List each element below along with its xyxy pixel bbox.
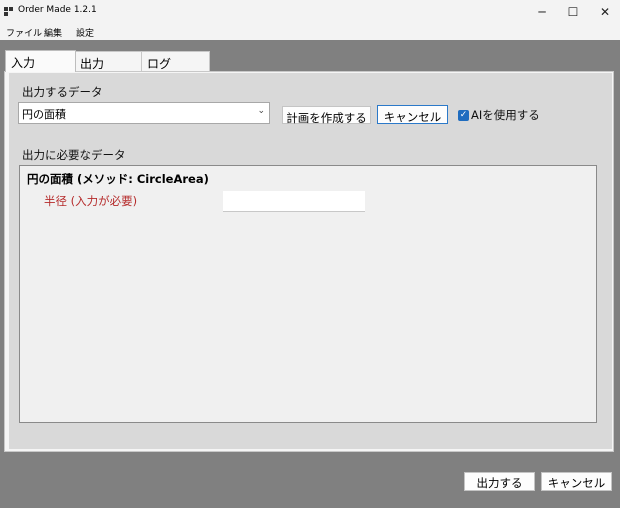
radius-input[interactable] xyxy=(223,191,365,212)
menu-file[interactable]: ファイル xyxy=(6,26,42,39)
output-button[interactable]: 出力する xyxy=(464,472,535,491)
menu-settings[interactable]: 設定 xyxy=(76,26,94,39)
close-button[interactable]: ✕ xyxy=(590,0,620,24)
use-ai-checkbox[interactable]: ✓ xyxy=(458,110,469,121)
menu-edit[interactable]: 編集 xyxy=(44,26,62,39)
output-data-select-value: 円の面積 xyxy=(22,108,66,121)
output-data-select[interactable]: 円の面積 ⌄ xyxy=(18,102,270,124)
method-title: 円の面積 (メソッド: CircleArea) xyxy=(27,172,209,186)
output-data-label: 出力するデータ xyxy=(22,85,103,99)
use-ai-label[interactable]: AIを使用する xyxy=(471,107,540,123)
window-title: Order Made 1.2.1 xyxy=(18,5,97,15)
cancel-plan-button[interactable]: キャンセル xyxy=(377,105,448,124)
tab-input[interactable]: 入力 xyxy=(5,50,76,72)
create-plan-button[interactable]: 計画を作成する xyxy=(282,106,371,125)
chevron-down-icon: ⌄ xyxy=(257,106,265,116)
cancel-button[interactable]: キャンセル xyxy=(541,472,612,491)
required-data-label: 出力に必要なデータ xyxy=(22,148,126,162)
minimize-button[interactable]: ─ xyxy=(527,0,557,24)
title-bar: Order Made 1.2.1 ─ ☐ ✕ xyxy=(0,0,620,24)
param-label-radius: 半径 (入力が必要) xyxy=(44,194,138,208)
app-icon xyxy=(4,7,13,16)
maximize-button[interactable]: ☐ xyxy=(558,0,588,24)
menu-bar: ファイル 編集 設定 xyxy=(0,24,620,40)
tab-output[interactable]: 出力 xyxy=(74,51,144,71)
tab-log[interactable]: ログ xyxy=(141,51,210,71)
